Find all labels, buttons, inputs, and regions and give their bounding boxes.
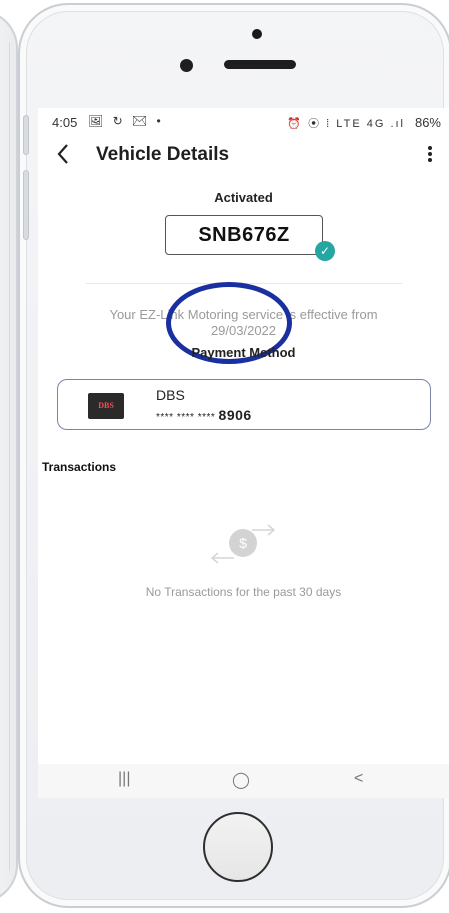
android-nav-bar: ||| ◯ < bbox=[38, 764, 449, 798]
adjacent-phone-edge bbox=[0, 10, 18, 903]
no-transactions-text: No Transactions for the past 30 days bbox=[145, 585, 342, 599]
money-transfer-icon: $ bbox=[208, 518, 278, 568]
back-arrow-icon[interactable] bbox=[56, 143, 70, 170]
earpiece-speaker bbox=[224, 60, 296, 69]
dbs-logo-icon: DBS bbox=[88, 393, 124, 419]
card-mask: **** **** **** bbox=[156, 412, 216, 423]
transactions-heading: Transactions bbox=[42, 460, 117, 474]
sensor-dot bbox=[252, 29, 262, 39]
recent-apps-icon[interactable]: ||| bbox=[118, 770, 130, 788]
verified-check-icon: ✓ bbox=[315, 241, 335, 261]
status-time: 4:05 bbox=[52, 115, 78, 130]
screenshot-stage: 4:05 🖼 ↻ ✉ • ⏰ ⦿ ⁞ LTE 4G .ıl 86% Vehicl… bbox=[0, 0, 449, 913]
license-plate: SNB676Z bbox=[165, 215, 323, 255]
front-camera bbox=[180, 59, 193, 72]
payment-method-heading: Payment Method bbox=[191, 345, 296, 360]
back-nav-icon[interactable]: < bbox=[354, 770, 363, 788]
bank-logo-text: DBS bbox=[98, 401, 114, 410]
card-number: **** **** **** 8906 bbox=[156, 407, 252, 423]
notification-icons: 🖼 ↻ ✉ • bbox=[88, 114, 164, 128]
svg-text:$: $ bbox=[239, 535, 247, 551]
battery-level: 86% bbox=[414, 115, 441, 130]
payment-card[interactable]: DBS DBS **** **** **** 8906 bbox=[57, 379, 431, 430]
signal-icons: ⏰ ⦿ ⁞ LTE 4G .ıl bbox=[287, 118, 405, 130]
volume-down-button bbox=[23, 170, 29, 240]
app-screen: 4:05 🖼 ↻ ✉ • ⏰ ⦿ ⁞ LTE 4G .ıl 86% Vehicl… bbox=[38, 108, 449, 798]
card-last4: 8906 bbox=[218, 407, 252, 423]
vehicle-status-label: Activated bbox=[214, 190, 273, 205]
phone-home-button[interactable] bbox=[203, 812, 273, 882]
more-options-icon[interactable] bbox=[427, 144, 433, 168]
home-nav-icon[interactable]: ◯ bbox=[232, 770, 250, 790]
page-title: Vehicle Details bbox=[96, 144, 230, 165]
status-bar: 4:05 🖼 ↻ ✉ • ⏰ ⦿ ⁞ LTE 4G .ıl 86% bbox=[38, 108, 449, 136]
volume-up-button bbox=[23, 115, 29, 155]
app-bar: Vehicle Details bbox=[38, 140, 449, 172]
bank-name: DBS bbox=[156, 387, 185, 403]
